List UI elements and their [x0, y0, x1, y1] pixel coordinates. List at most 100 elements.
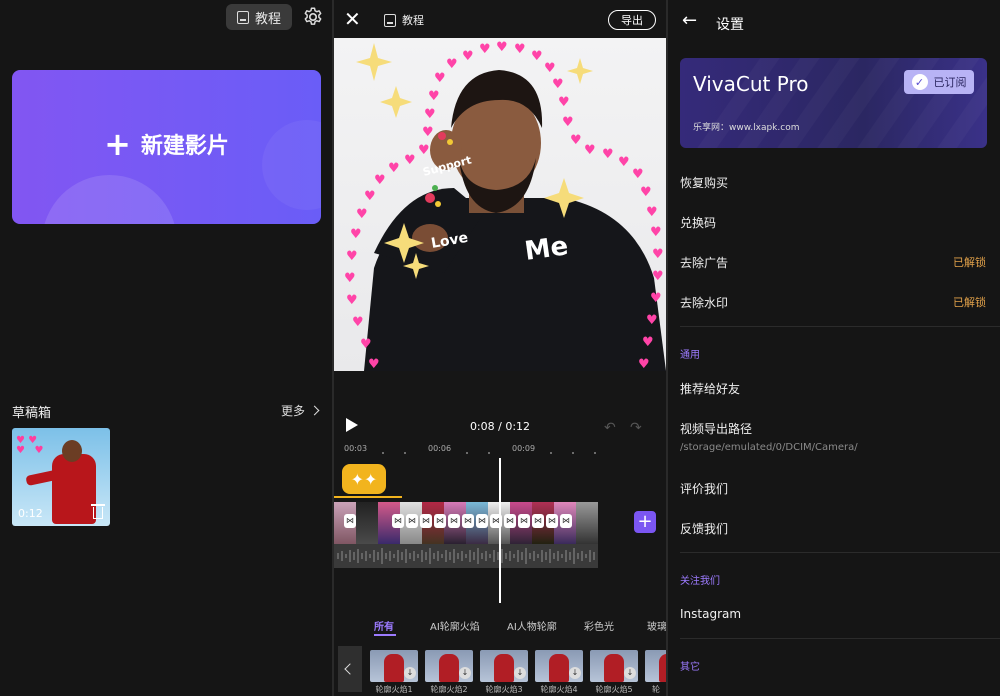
timeline-ruler: 00:03 00:06 00:09	[334, 444, 666, 458]
draft-thumbnail[interactable]: ♥ ♥ ♥ ♥ 0:12	[12, 428, 110, 526]
back-arrow-icon[interactable]: ←	[682, 12, 697, 30]
svg-text:♥: ♥	[652, 269, 664, 284]
playback-time: 0:08 / 0:12	[469, 420, 531, 433]
sticker-track-line	[334, 496, 402, 498]
close-icon[interactable]: ✕	[344, 8, 361, 30]
svg-text:♥: ♥	[602, 147, 614, 162]
subscribed-label: 已订阅	[933, 76, 967, 89]
svg-text:♥: ♥	[531, 49, 543, 64]
svg-text:♥: ♥	[652, 247, 664, 262]
tutorial-label: 教程	[254, 11, 281, 27]
effect-item[interactable]: ↓ 轮廓火焰4	[535, 650, 583, 696]
more-label: 更多	[280, 404, 305, 418]
new-project-button[interactable]: + 新建影片	[12, 70, 321, 224]
effect-item[interactable]: 轮	[645, 650, 666, 696]
settings-row-feedback[interactable]: 反馈我们	[680, 520, 986, 537]
settings-row-export-path[interactable]: 视频导出路径	[680, 420, 986, 437]
video-preview[interactable]: ♥ ♥ ♥ ♥ ♥ ♥ ♥ ♥ ♥ ♥ ♥ ♥ ♥ ♥ ♥ ♥ ♥ ♥ ♥ ♥ ♥ ♥ ♥ ♥ ♥ ♥ ♥ ♥ ♥ ♥ ♥ ♥…	[334, 38, 666, 371]
settings-row-recommend[interactable]: 推荐给好友	[680, 380, 986, 397]
section-general: 通用	[680, 350, 700, 361]
pro-name: VivaCut Pro	[693, 72, 809, 96]
export-button[interactable]: 导出	[608, 10, 656, 30]
svg-text:♥: ♥	[650, 225, 662, 240]
svg-text:♥: ♥	[428, 89, 440, 104]
ruler-tick: 00:09	[512, 444, 536, 453]
download-icon: ↓	[569, 667, 581, 679]
svg-text:♥: ♥	[646, 205, 658, 220]
watermark-site: 乐享网：www.lxapk.com	[693, 123, 800, 133]
add-clip-button[interactable]: +	[634, 511, 656, 533]
section-divider	[680, 552, 1000, 553]
playhead[interactable]	[499, 458, 501, 603]
category-tab[interactable]: AI人物轮廓	[507, 618, 557, 633]
svg-text:♥: ♥	[640, 185, 652, 200]
svg-text:♥: ♥	[646, 313, 658, 328]
svg-text:♥: ♥	[544, 61, 556, 76]
category-tab[interactable]: 彩色光	[584, 618, 614, 633]
hearts-decoration: ♥ ♥ ♥ ♥	[16, 435, 44, 456]
svg-text:♥: ♥	[374, 173, 386, 188]
tutorial-button[interactable]: 教程	[226, 4, 292, 30]
more-button[interactable]: 更多	[280, 402, 320, 419]
transition-markers: ⋈ ⋈ ⋈ ⋈ ⋈ ⋈ ⋈ ⋈ ⋈ ⋈ ⋈ ⋈ ⋈	[392, 514, 592, 530]
ruler-tick: 00:06	[428, 444, 452, 453]
card-decoration	[42, 175, 177, 224]
effect-item[interactable]: ↓ 轮廓火焰1	[370, 650, 418, 696]
download-icon: ↓	[624, 667, 636, 679]
trash-icon[interactable]	[91, 504, 105, 519]
transition-marker[interactable]: ⋈	[344, 514, 356, 528]
svg-text:♥: ♥	[552, 77, 564, 92]
category-tab[interactable]: 玻璃	[647, 618, 666, 633]
svg-text:♥: ♥	[418, 143, 430, 158]
active-tab-indicator	[374, 634, 396, 636]
svg-text:♥: ♥	[424, 107, 436, 122]
category-tab[interactable]: 所有	[374, 618, 394, 633]
svg-text:♥: ♥	[650, 291, 662, 306]
unlocked-badge: 已解锁	[953, 296, 986, 309]
undo-icon[interactable]: ↶	[604, 420, 616, 436]
book-icon	[384, 13, 396, 27]
download-icon: ↓	[404, 667, 416, 679]
chevron-right-icon	[309, 405, 320, 416]
book-icon	[236, 10, 249, 24]
svg-text:♥: ♥	[462, 49, 474, 64]
svg-text:♥: ♥	[446, 57, 458, 72]
check-circle-icon: ✓	[911, 74, 928, 90]
effect-item[interactable]: ↓ 轮廓火焰3	[480, 650, 528, 696]
new-project-label: 新建影片	[140, 134, 229, 159]
svg-text:♥: ♥	[352, 315, 364, 330]
svg-text:♥: ♥	[514, 42, 526, 57]
drafts-title: 草稿箱	[12, 406, 52, 421]
page-title: 设置	[716, 17, 744, 33]
svg-text:♥: ♥	[364, 189, 376, 204]
svg-text:♥: ♥	[350, 227, 362, 242]
download-icon: ↓	[459, 667, 471, 679]
svg-text:♥: ♥	[562, 115, 574, 130]
audio-waveform[interactable]	[334, 544, 598, 568]
effects-list: ↓ 轮廓火焰1 ↓ 轮廓火焰2 ↓ 轮廓火焰3 ↓ 轮廓火焰4 ↓ 轮廓火焰5 轮	[370, 650, 666, 696]
sticker-track-item[interactable]: ✦✦	[342, 464, 386, 494]
section-divider	[680, 326, 1000, 327]
settings-row-remove-watermark[interactable]: 去除水印 已解锁	[680, 294, 986, 311]
svg-text:♥: ♥	[479, 42, 491, 57]
settings-row-remove-ads[interactable]: 去除广告 已解锁	[680, 254, 986, 271]
svg-text:♥: ♥	[618, 155, 630, 170]
effect-item[interactable]: ↓ 轮廓火焰2	[425, 650, 473, 696]
settings-row-restore[interactable]: 恢复购买	[680, 174, 986, 191]
gear-icon[interactable]	[302, 6, 324, 28]
settings-row-rate[interactable]: 评价我们	[680, 480, 986, 497]
effects-back-button[interactable]	[338, 646, 362, 692]
svg-text:♥: ♥	[496, 40, 508, 55]
settings-row-redeem[interactable]: 兑换码	[680, 214, 986, 231]
svg-text:♥: ♥	[632, 167, 644, 182]
draft-duration: 0:12	[18, 507, 43, 520]
editor-panel: ✕ 教程 导出 ♥ ♥ ♥ ♥ ♥ ♥ ♥ ♥ ♥ ♥ ♥ ♥ ♥ ♥ ♥ ♥ ♥	[334, 0, 666, 696]
svg-text:♥: ♥	[346, 249, 358, 264]
pro-subscription-card[interactable]: VivaCut Pro ✓ 已订阅 乐享网：www.lxapk.com	[680, 58, 987, 148]
settings-row-instagram[interactable]: Instagram	[680, 607, 986, 621]
effect-item[interactable]: ↓ 轮廓火焰5	[590, 650, 638, 696]
svg-text:♥: ♥	[356, 207, 368, 222]
redo-icon[interactable]: ↷	[630, 420, 642, 436]
category-tab[interactable]: AI轮廓火焰	[430, 618, 480, 633]
tutorial-button[interactable]: 教程	[384, 12, 424, 28]
